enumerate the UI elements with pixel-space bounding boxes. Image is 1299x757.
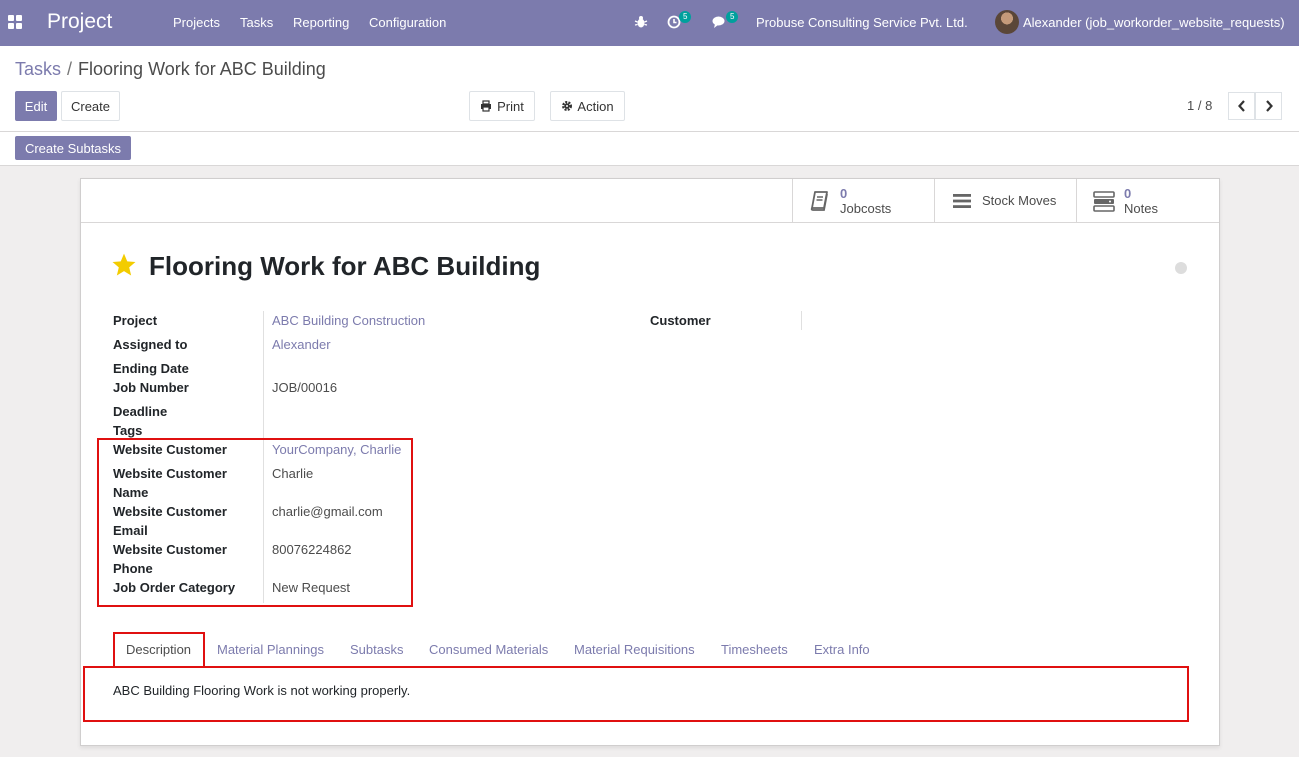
stock-moves-label: Stock Moves	[982, 193, 1057, 208]
pager-value[interactable]: 1 / 8	[1187, 98, 1212, 113]
jobcosts-label: Jobcosts	[840, 200, 892, 216]
server-stack-icon	[1093, 190, 1115, 212]
chevron-right-icon	[1265, 100, 1273, 112]
breadcrumb-tasks-link[interactable]: Tasks	[15, 59, 61, 79]
job-number-value: JOB/00016	[272, 380, 338, 395]
edit-button[interactable]: Edit	[15, 91, 57, 121]
form-sheet: 0 Jobcosts Stock Moves 0 Notes Flooring …	[80, 178, 1220, 746]
description-tab-highlight	[113, 632, 205, 668]
tab-extra-info[interactable]: Extra Info	[814, 634, 870, 668]
tab-subtasks[interactable]: Subtasks	[350, 634, 403, 668]
breadcrumb: Tasks / Flooring Work for ABC Building	[15, 59, 326, 80]
chevron-left-icon	[1237, 100, 1245, 112]
top-navbar: Project Projects Tasks Reporting Configu…	[0, 0, 1299, 46]
create-subtasks-button[interactable]: Create Subtasks	[15, 136, 131, 160]
apps-menu-icon[interactable]	[8, 15, 22, 29]
pager-previous-button[interactable]	[1228, 92, 1255, 120]
menu-reporting[interactable]: Reporting	[293, 15, 349, 30]
stock-moves-text: Stock Moves	[982, 193, 1056, 208]
menu-tasks[interactable]: Tasks	[240, 15, 273, 30]
smart-button-box: 0 Jobcosts Stock Moves 0 Notes	[81, 179, 1219, 223]
form-statusbar: Create Subtasks	[0, 132, 1299, 166]
notes-text: 0 Notes	[1124, 186, 1158, 216]
pager-next-button[interactable]	[1255, 92, 1282, 120]
notes-smart-button[interactable]: 0 Notes	[1076, 179, 1219, 222]
menu-projects[interactable]: Projects	[173, 15, 220, 30]
website-fields-highlight	[97, 438, 413, 607]
app-name: Project	[47, 10, 113, 33]
jobcosts-text: 0 Jobcosts	[840, 186, 891, 216]
book-icon	[810, 190, 828, 211]
customer-label: Customer	[650, 313, 711, 328]
ending-date-label: Ending Date	[113, 361, 189, 376]
control-panel: Tasks / Flooring Work for ABC Building Edi…	[0, 46, 1299, 132]
breadcrumb-current: Flooring Work for ABC Building	[78, 59, 326, 79]
tab-consumed-materials[interactable]: Consumed Materials	[429, 634, 548, 668]
create-button[interactable]: Create	[61, 91, 120, 121]
assigned-to-value[interactable]: Alexander	[272, 335, 331, 354]
deadline-label: Deadline	[113, 404, 168, 419]
activity-count-badge: 5	[679, 11, 692, 23]
print-button[interactable]: Print	[469, 91, 535, 121]
user-avatar[interactable]	[995, 10, 1019, 34]
bug-icon[interactable]	[634, 15, 648, 29]
action-button[interactable]: Action	[550, 91, 625, 121]
notes-count: 0	[1124, 185, 1132, 201]
message-count-badge: 5	[726, 11, 739, 23]
stock-moves-smart-button[interactable]: Stock Moves	[934, 179, 1076, 222]
breadcrumb-separator: /	[67, 59, 73, 79]
project-value[interactable]: ABC Building Construction	[272, 311, 425, 330]
notes-label: Notes	[1124, 200, 1158, 216]
action-label: Action	[577, 98, 614, 114]
list-bars-icon	[953, 193, 971, 208]
assigned-to-label: Assigned to	[113, 337, 188, 352]
tab-material-plannings[interactable]: Material Plannings	[217, 634, 324, 668]
jobcosts-count: 0	[840, 185, 848, 201]
company-switcher[interactable]: Probuse Consulting Service Pvt. Ltd.	[756, 15, 968, 30]
print-icon	[481, 100, 492, 112]
gear-icon	[562, 101, 573, 111]
print-label: Print	[497, 98, 524, 114]
kanban-state-indicator[interactable]	[1175, 262, 1187, 274]
record-title: Flooring Work for ABC Building	[149, 251, 541, 281]
field-divider-right	[801, 311, 802, 330]
jobcosts-smart-button[interactable]: 0 Jobcosts	[792, 179, 934, 222]
tab-material-requisitions[interactable]: Material Requisitions	[574, 634, 695, 668]
job-number-label: Job Number	[113, 380, 189, 395]
menu-configuration[interactable]: Configuration	[369, 15, 446, 30]
description-highlight	[83, 666, 1189, 722]
user-menu[interactable]: Alexander (job_workorder_website_request…	[1023, 15, 1285, 30]
favorite-star-icon[interactable]	[111, 252, 137, 278]
tab-timesheets[interactable]: Timesheets	[721, 634, 788, 668]
project-label: Project	[113, 313, 158, 328]
